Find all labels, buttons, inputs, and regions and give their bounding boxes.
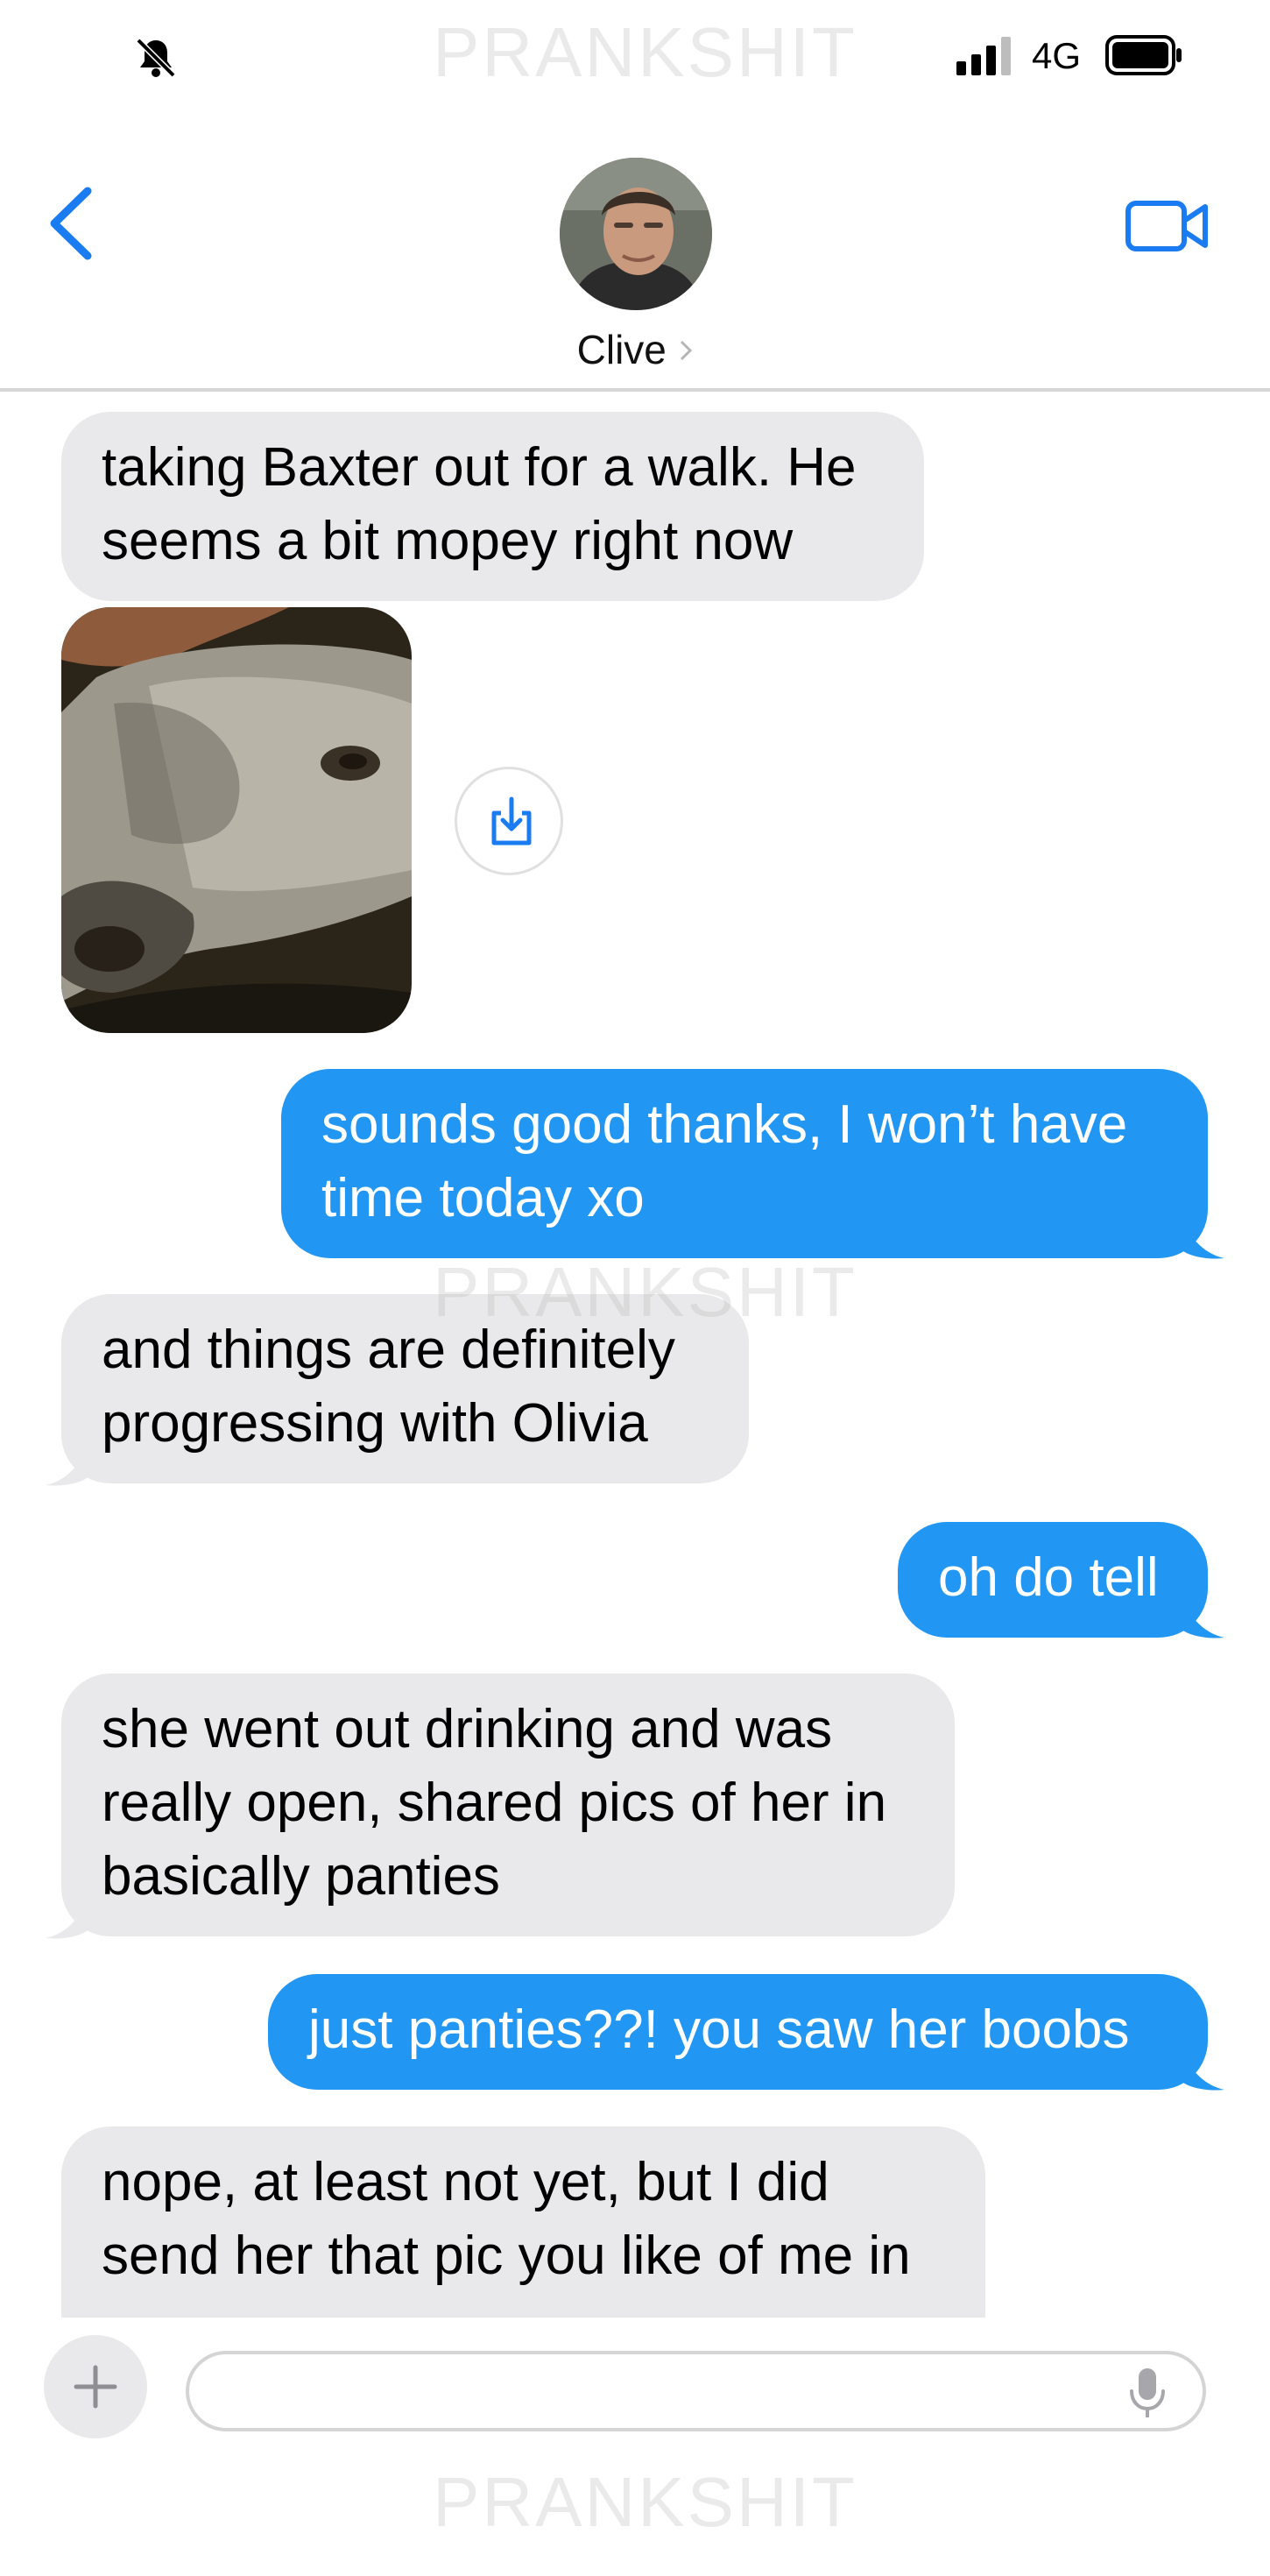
contact-name-group[interactable]: Clive [0,326,1270,373]
save-photo-button[interactable] [455,767,563,875]
conversation-header: Clive [0,105,1270,388]
save-download-icon [491,796,532,846]
sent-message-bubble[interactable]: sounds good thanks, I won’t have time to… [281,1069,1208,1258]
sent-message-bubble[interactable]: just panties??! you saw her boobs [268,1974,1208,2090]
received-bubble-tail [46,1441,89,1486]
video-camera-icon[interactable] [1125,198,1210,254]
watermark-top: PRANKSHIT [433,13,857,91]
chevron-left-icon[interactable] [46,186,98,261]
microphone-icon[interactable] [1127,2367,1168,2421]
contact-name: Clive [576,327,667,372]
plus-icon [74,2365,117,2409]
received-message-bubble[interactable]: taking Baxter out for a walk. He seems a… [61,412,924,601]
contact-avatar[interactable] [560,158,712,310]
signal-bars-icon [956,37,1011,75]
sent-bubble-tail [1181,1214,1224,1259]
sent-bubble-tail [1181,2046,1224,2091]
dog-photo-attachment[interactable] [61,607,412,1033]
received-message-bubble[interactable]: she went out drinking and was really ope… [61,1674,955,1936]
battery-full-icon [1105,35,1182,75]
bell-slash-icon [136,38,176,78]
status-bar: PRANKSHIT 4G [0,0,1270,105]
message-input[interactable] [186,2351,1206,2431]
network-type: 4G [1032,35,1082,76]
received-bubble-tail [46,1894,89,1939]
chevron-right-icon [681,340,693,361]
apps-plus-button[interactable] [44,2335,147,2438]
message-list: taking Baxter out for a walk. He seems a… [0,392,1270,2318]
received-message-bubble[interactable]: nope, at least not yet, but I did send h… [61,2127,985,2318]
watermark-middle: PRANKSHIT [433,1253,857,1331]
sent-message-bubble[interactable]: oh do tell [898,1522,1208,1638]
watermark-bottom: PRANKSHIT [433,2463,857,2541]
sent-bubble-tail [1181,1594,1224,1638]
